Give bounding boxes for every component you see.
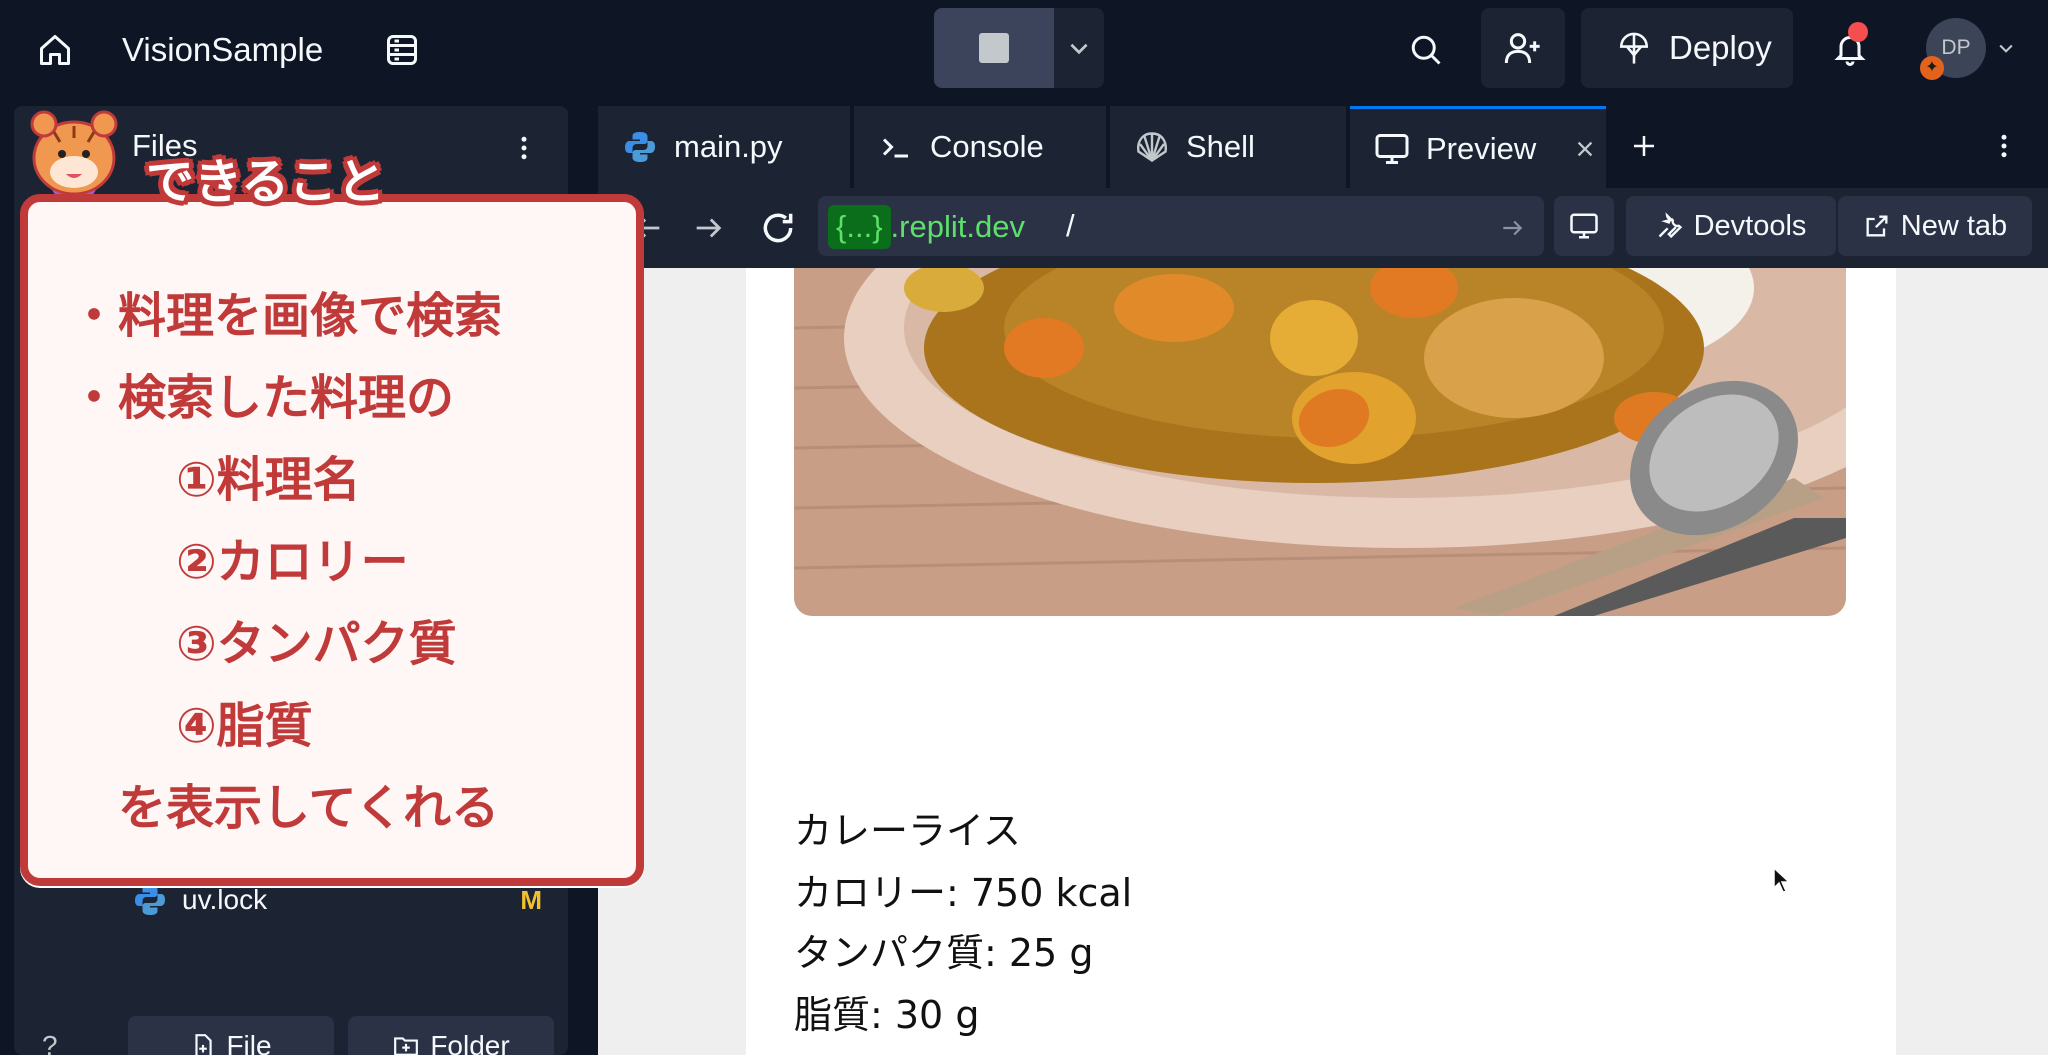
devtools-button[interactable]: Devtools <box>1626 196 1836 256</box>
calories-value: カロリー: 750 kcal <box>794 871 1133 915</box>
new-folder-label: Folder <box>430 1030 510 1055</box>
deploy-label: Deploy <box>1669 29 1772 66</box>
new-folder-button[interactable]: Folder <box>348 1016 554 1055</box>
fat-value: 脂質: 30 g <box>794 993 980 1037</box>
forward-button[interactable] <box>686 206 730 250</box>
wrench-icon <box>1658 212 1682 239</box>
external-link-icon <box>1866 215 1888 237</box>
url-host-chip: {...} <box>828 205 891 249</box>
more-vertical-icon <box>2001 134 2007 158</box>
tab-main-py[interactable]: main.py <box>598 106 850 188</box>
run-options-button[interactable] <box>1054 8 1104 88</box>
file-item[interactable]: uv.lock M <box>132 880 552 920</box>
open-new-tab-button[interactable]: New tab <box>1838 196 2032 256</box>
terminal-icon <box>882 138 908 158</box>
new-file-label: File <box>226 1030 272 1055</box>
monitor-icon <box>1570 213 1598 239</box>
deploy-icon <box>1619 32 1649 64</box>
files-more-button[interactable] <box>502 126 546 170</box>
callout-line: を表示してくれる <box>118 780 500 836</box>
file-plus-icon <box>195 1034 213 1055</box>
food-image <box>794 268 1846 616</box>
close-tab-button[interactable] <box>1572 136 1598 162</box>
devtools-label: Devtools <box>1693 209 1807 242</box>
stop-button[interactable] <box>934 8 1054 88</box>
callout-line: ④脂質 <box>176 698 313 754</box>
arrow-right-icon <box>1503 220 1523 236</box>
plus-icon <box>1634 136 1654 156</box>
tab-label: Preview <box>1426 130 1537 166</box>
tab-shell[interactable]: Shell <box>1110 106 1346 188</box>
search-button[interactable] <box>1404 28 1448 72</box>
file-status-badge: M <box>520 884 542 915</box>
account-menu-button[interactable] <box>1994 36 2018 60</box>
chevron-down-icon <box>1070 43 1088 55</box>
add-tab-button[interactable] <box>1624 126 1664 166</box>
home-icon <box>40 35 70 65</box>
folder-plus-icon <box>394 1037 419 1055</box>
tab-console[interactable]: Console <box>854 106 1106 188</box>
reload-button[interactable] <box>756 206 800 250</box>
python-icon <box>135 885 165 915</box>
protein-value: タンパク質: 25 g <box>794 931 1094 975</box>
invite-button[interactable] <box>1481 8 1565 88</box>
url-host-domain: .replit.dev <box>890 209 1025 244</box>
app-menu-button[interactable] <box>380 28 424 72</box>
chevron-down-icon <box>1999 44 2013 53</box>
callout-line: ・検索した料理の <box>70 370 455 426</box>
tab-label: main.py <box>674 129 783 164</box>
callout-line: ③タンパク質 <box>176 616 457 672</box>
arrow-right-icon <box>696 218 722 238</box>
python-icon <box>625 132 655 162</box>
close-icon <box>1578 141 1593 156</box>
url-path-input[interactable]: / <box>1066 208 1075 244</box>
more-vertical-icon <box>521 136 527 160</box>
help-button[interactable]: ? <box>42 1030 58 1055</box>
tabs-more-button[interactable] <box>1984 126 2024 166</box>
callout-line: ①料理名 <box>176 452 361 508</box>
newtab-label: New tab <box>1900 209 2008 242</box>
shell-icon <box>1137 132 1167 162</box>
stop-icon <box>979 33 1009 63</box>
search-icon <box>1411 35 1441 65</box>
tab-preview[interactable]: Preview <box>1350 106 1606 188</box>
dish-name: カレーライス <box>794 809 1021 853</box>
monitor-icon <box>1375 133 1409 164</box>
new-file-button[interactable]: File <box>128 1016 334 1055</box>
home-button[interactable] <box>30 28 80 72</box>
file-name: uv.lock <box>182 884 268 915</box>
tab-label: Console <box>930 129 1044 164</box>
run-control <box>934 8 1104 88</box>
notification-badge <box>1848 22 1868 42</box>
add-user-icon <box>1504 33 1540 64</box>
server-icon <box>387 35 417 65</box>
avatar-plus-badge: ✦ <box>1920 56 1944 80</box>
app-title[interactable]: VisionSample <box>122 28 323 72</box>
deploy-button[interactable]: Deploy <box>1581 8 1793 88</box>
url-host: {...} .replit.dev <box>828 204 1025 250</box>
callout-title: できること <box>146 154 386 210</box>
callout-line: ・料理を画像で検索 <box>70 288 503 344</box>
url-go-button[interactable] <box>1492 208 1532 248</box>
tab-label: Shell <box>1186 129 1255 164</box>
tiger-mascot-icon <box>30 110 118 202</box>
mouse-cursor-icon <box>1773 866 1791 893</box>
curry-rice-image <box>794 268 1846 616</box>
device-preview-button[interactable] <box>1554 196 1614 256</box>
reload-icon <box>763 213 793 243</box>
callout-line: ②カロリー <box>176 534 409 590</box>
